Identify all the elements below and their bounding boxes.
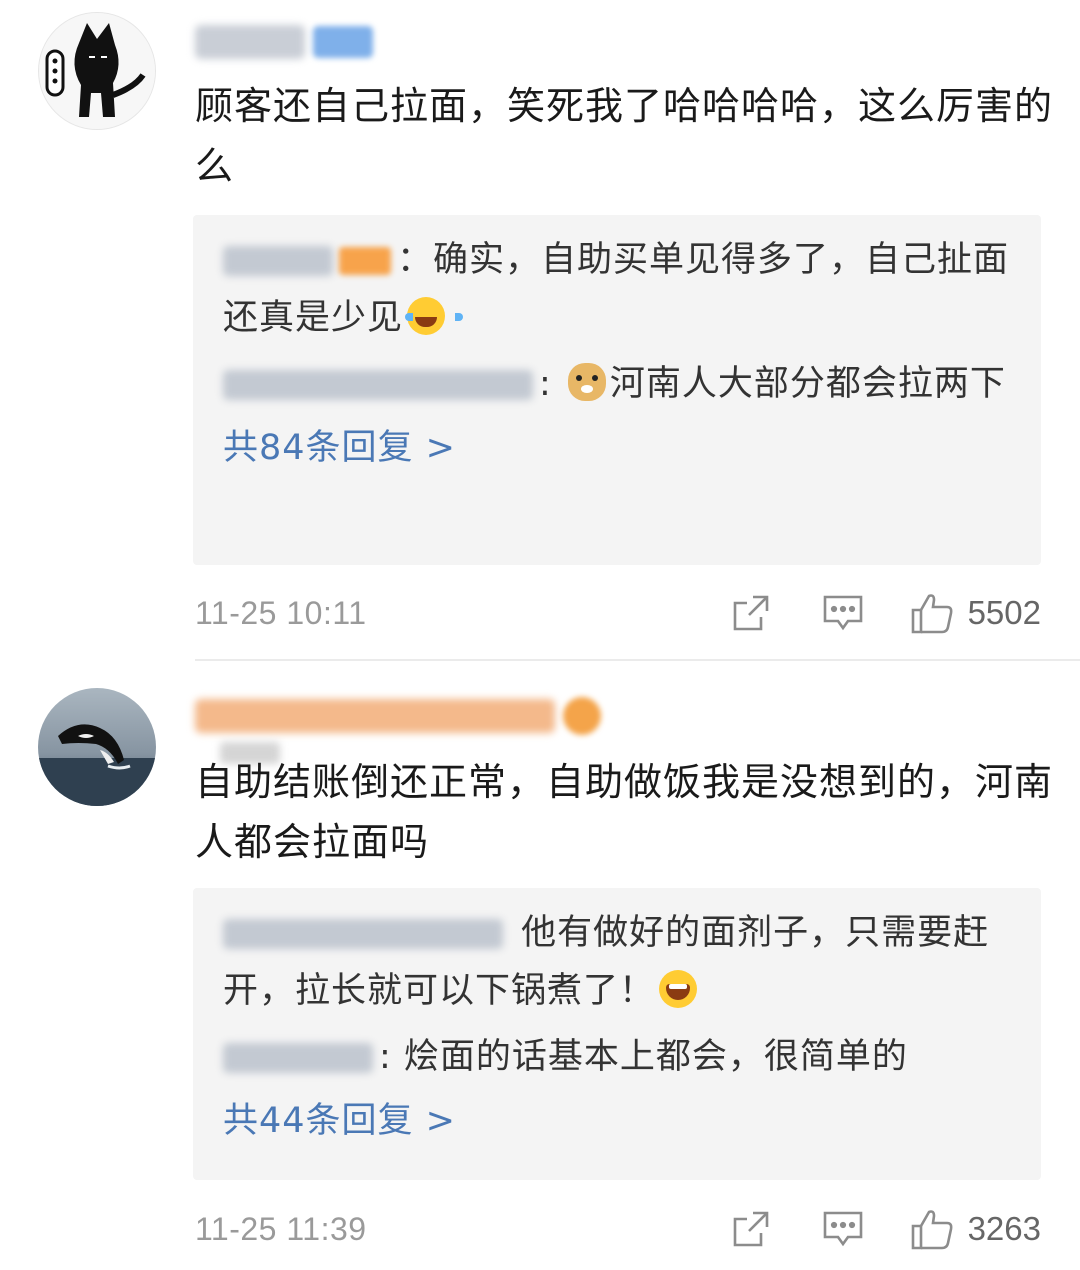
comment-footer: 11-25 11:39 3263 [195,1202,1041,1256]
like-count: 5502 [967,594,1041,631]
comment-icon[interactable] [818,588,868,638]
more-replies-link[interactable]: 共44条回复 > [223,1094,1011,1148]
doge-emoji-icon [567,363,606,401]
comment-icon[interactable] [818,1204,868,1254]
reply-box[interactable]: ：确实，自助买单见得多了，自己扯面还真是少见 : 河南人大部分都会拉两下 共84… [193,215,1041,565]
timestamp: 11-25 11:39 [195,1210,367,1247]
comment-footer: 11-25 10:11 5502 [195,586,1041,640]
laugh-cry-emoji-icon [405,297,464,335]
comment-text: 自助结账倒还正常，自助做饭我是没想到的，河南人都会拉面吗 [195,760,1054,864]
username-blurred [195,699,555,733]
username[interactable] [195,22,373,62]
member-badge [563,697,601,735]
comment-item: 顾客还自己拉面，笑死我了哈哈哈哈，这么厉害的么 ：确实，自助买单见得多了，自己扯… [0,0,1080,660]
share-icon[interactable] [726,1204,776,1254]
reply-username[interactable] [223,246,333,276]
like-button[interactable]: 5502 [910,591,1041,635]
reply-username[interactable] [223,1043,373,1073]
reply-item[interactable]: ：确实，自助买单见得多了，自己扯面还真是少见 [223,231,1011,347]
thumbs-up-icon [911,594,953,634]
reply-badge [339,247,391,275]
timestamp: 11-25 10:11 [195,594,367,631]
reply-text: 烩面的话基本上都会，很简单的 [403,1037,908,1077]
reply-item[interactable]: : 烩面的话基本上都会，很简单的 [223,1028,1011,1086]
comment-item: 自助结账倒还正常，自助做饭我是没想到的，河南人都会拉面吗 他有做好的面剂子，只需… [0,662,1080,1270]
more-replies-link[interactable]: 共84条回复 > [223,421,1011,475]
share-icon[interactable] [726,588,776,638]
reply-item[interactable]: : 河南人大部分都会拉两下 [223,355,1011,413]
avatar[interactable] [38,688,156,806]
comment-text: 顾客还自己拉面，笑死我了哈哈哈哈，这么厉害的么 [195,84,1054,188]
divider [195,659,1080,661]
reply-username[interactable] [223,370,533,400]
member-badge [313,26,373,58]
reply-box[interactable]: 他有做好的面剂子，只需要赶开，拉长就可以下锅煮了！ : 烩面的话基本上都会，很简… [193,888,1041,1180]
thumbs-up-icon [911,1210,953,1250]
reply-item[interactable]: 他有做好的面剂子，只需要赶开，拉长就可以下锅煮了！ [223,904,1011,1020]
like-count: 3263 [967,1210,1041,1247]
like-button[interactable]: 3263 [910,1207,1041,1251]
grin-emoji-icon [659,970,698,1008]
username[interactable] [195,696,601,736]
reply-username[interactable] [223,919,503,949]
username-blurred [195,25,305,59]
avatar[interactable] [38,12,156,130]
reply-text: 河南人大部分都会拉两下 [609,364,1006,404]
